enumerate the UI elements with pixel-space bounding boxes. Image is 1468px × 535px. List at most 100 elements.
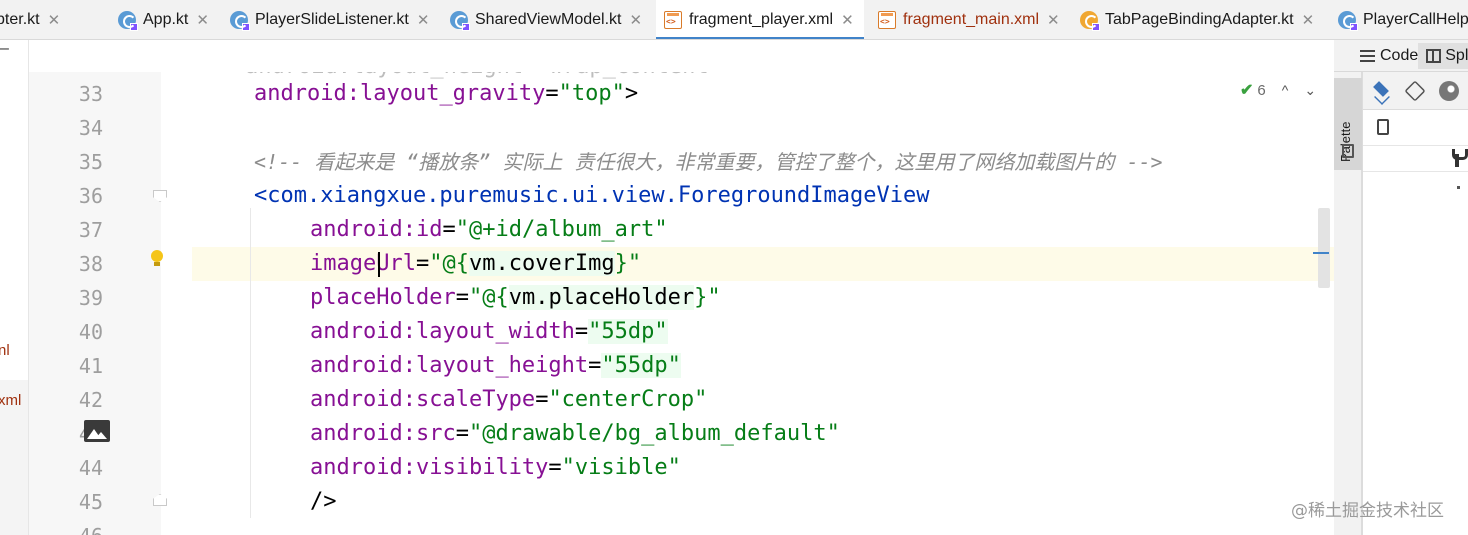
code-view-label: Code (1380, 46, 1419, 64)
quote: " (468, 285, 483, 310)
tab-fragment-player-xml[interactable]: fragment_player.xml ✕ (656, 0, 864, 39)
split-view-button[interactable]: Spl (1418, 42, 1468, 69)
equals: = (442, 217, 456, 242)
attr-value: "55dp" (588, 319, 668, 344)
chevron-up-icon[interactable]: ^ (1282, 82, 1289, 98)
design-toolbar (1363, 72, 1468, 110)
code-editor[interactable]: android:layout_height="wrap_content" and… (192, 72, 1334, 535)
split-view-icon (1426, 48, 1442, 63)
split-view-label: Spl (1445, 46, 1468, 64)
equals: = (455, 421, 469, 446)
binding-open: @{ (442, 251, 469, 276)
close-icon[interactable]: ✕ (48, 11, 61, 29)
code-line-42: android:scaleType="centerCrop" (310, 383, 707, 417)
attr-name: layout_width (415, 319, 575, 344)
attr-value: "@drawable/bg_album_default" (468, 421, 840, 446)
attr-namespace: android: (310, 353, 416, 378)
close-icon[interactable]: ✕ (841, 11, 854, 29)
attr-namespace: android: (310, 319, 416, 344)
close-icon[interactable]: ✕ (196, 11, 209, 29)
code-line-40: android:layout_width="55dp" (310, 315, 668, 349)
line-number: 42 (78, 388, 103, 412)
tab-label: fragment_main.xml (903, 11, 1040, 28)
chevron-down-icon[interactable]: ⌄ (1304, 82, 1316, 99)
kotlin-object-icon (1080, 11, 1100, 31)
attr-namespace: android: (254, 81, 360, 106)
orientation-icon[interactable] (1404, 80, 1426, 102)
equals: = (455, 285, 469, 310)
quote: " (429, 251, 443, 276)
design-preview-panel (1362, 72, 1468, 535)
inspection-count: 6 (1257, 81, 1266, 99)
project-tree-item[interactable]: nl (0, 342, 10, 359)
attr-namespace: android: (310, 387, 416, 412)
inspection-widget[interactable]: ✔ 6 ^ ⌄ (1240, 80, 1316, 100)
line-number: 36 (78, 184, 103, 208)
wrench-icon[interactable] (1451, 149, 1468, 167)
attr-namespace: android: (310, 421, 416, 446)
equals: = (574, 319, 589, 344)
binding-expression: vm.placeHolder (508, 285, 695, 310)
attr-name: placeHolder (310, 285, 456, 310)
equals: = (548, 455, 562, 480)
tab-player-slide-listener[interactable]: PlayerSlideListener.kt ✕ (230, 0, 430, 39)
vertical-scrollbar[interactable] (1318, 208, 1330, 288)
line-number: 35 (78, 150, 103, 174)
equals: = (415, 251, 430, 276)
tab-fragment-main-xml[interactable]: fragment_main.xml ✕ (878, 0, 1060, 39)
code-line-44: android:visibility="visible" (310, 451, 681, 485)
palette-tab[interactable]: Palette (1334, 78, 1362, 170)
palette-tool-strip: Palette (1334, 72, 1362, 535)
close-icon[interactable]: ✕ (417, 11, 430, 29)
close-icon[interactable]: ✕ (1302, 11, 1315, 29)
quote: " (627, 251, 642, 276)
text-caret (378, 252, 380, 277)
device-icon[interactable] (1377, 119, 1389, 135)
tab-shared-view-model[interactable]: SharedViewModel.kt ✕ (450, 0, 642, 39)
editor-tab-bar: pter.kt ✕ App.kt ✕ PlayerSlideListener.k… (0, 0, 1468, 40)
code-line-41: android:layout_height="55dp" (310, 349, 681, 383)
preview-dot (1457, 186, 1460, 189)
tab-label: PlayerCallHelp (1363, 11, 1468, 28)
tab-label: pter.kt (0, 11, 40, 28)
tab-label: App.kt (143, 11, 189, 28)
tab-tab-page-binding-adapter[interactable]: TabPageBindingAdapter.kt ✕ (1080, 0, 1315, 39)
view-mode-toolbar: Code Spl (1334, 40, 1468, 72)
attr-namespace: android: (310, 217, 416, 242)
palette-icon (1342, 144, 1354, 158)
attr-name: id (415, 217, 443, 242)
code-line-45: /> (310, 489, 337, 514)
line-number: 39 (78, 286, 103, 310)
binding-close: } (694, 285, 708, 310)
tab-adapter-kt[interactable]: pter.kt ✕ (0, 0, 61, 39)
code-view-button[interactable]: Code (1360, 47, 1418, 65)
binding-open: @{ (482, 285, 509, 310)
line-number: 33 (78, 82, 103, 106)
layers-icon[interactable] (1371, 81, 1393, 101)
close-icon[interactable]: ✕ (1047, 11, 1060, 29)
line-number: 46 (58, 519, 103, 535)
theme-icon[interactable] (1439, 81, 1459, 101)
lightbulb-icon[interactable] (150, 250, 164, 268)
attr-name: layout_height (415, 353, 589, 378)
tab-app-kt[interactable]: App.kt ✕ (118, 0, 209, 39)
kotlin-file-icon (1338, 11, 1358, 31)
xml-file-icon (878, 11, 896, 29)
indent-guide (250, 208, 251, 518)
tab-player-call-helper[interactable]: PlayerCallHelp (1338, 0, 1468, 39)
code-view-icon (1360, 49, 1375, 62)
code-line-37: android:id="@+id/album_art" (310, 213, 668, 247)
tab-label: SharedViewModel.kt (475, 11, 622, 28)
tag-close: > (624, 81, 639, 106)
attr-namespace: android: (310, 455, 416, 480)
attr-name: src (415, 421, 456, 446)
image-preview-icon[interactable] (84, 420, 110, 442)
project-tree-item[interactable]: xml (0, 392, 21, 409)
close-icon[interactable]: ✕ (629, 11, 642, 29)
editor-gutter: 3334353637383940414243444546 (29, 72, 221, 535)
collapse-dash[interactable]: – (0, 40, 9, 58)
xml-file-icon (664, 11, 682, 29)
code-line-33: android:layout_gravity="top"> (254, 77, 638, 111)
line-number: 38 (78, 252, 103, 276)
kotlin-file-icon (450, 11, 470, 31)
